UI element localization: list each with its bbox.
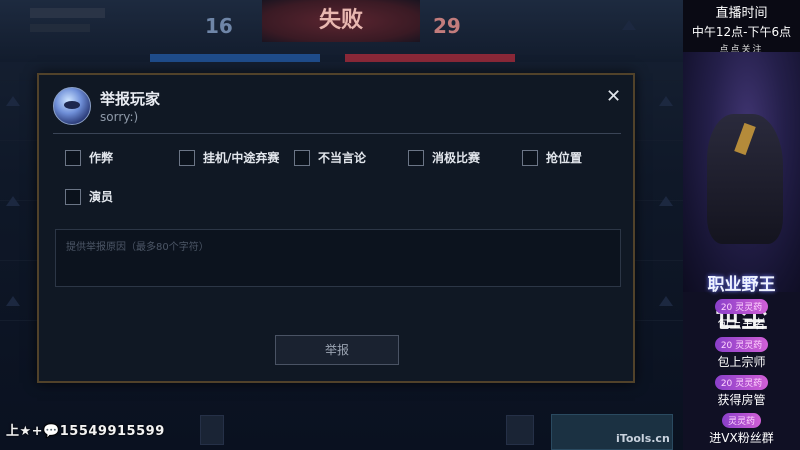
option-label: 挂机/中途弃赛: [203, 151, 280, 165]
report-icon[interactable]: [6, 96, 20, 106]
option-verbal-abuse[interactable]: 不当言论: [294, 149, 366, 166]
menu-icon[interactable]: [622, 20, 636, 30]
report-icon[interactable]: [659, 296, 673, 306]
report-reason-input[interactable]: 提供举报原因（最多80个字符）: [55, 229, 621, 287]
player-name-placeholder: [30, 8, 105, 18]
checkbox[interactable]: [65, 188, 81, 205]
red-team-score: 29: [433, 14, 461, 38]
gift-perk-text: 包上宗师: [717, 355, 766, 369]
dialog-title: 举报玩家: [100, 90, 161, 108]
game-background: 16 失败 29 iTools.cn 上★+💬15549915599 举报玩家 …: [0, 0, 683, 450]
streamer-art: 职业野王 世尘: [683, 52, 800, 334]
gift-badge: 20 灵灵药: [714, 299, 769, 314]
checkbox[interactable]: [408, 149, 424, 166]
gift-perk-text: 包上王者: [717, 317, 766, 331]
submit-report-button[interactable]: 举报: [275, 335, 399, 365]
gift-perk: 20 灵灵药 包上王者: [683, 295, 800, 332]
option-label: 抢位置: [546, 151, 583, 165]
gift-badge: 20 灵灵药: [714, 375, 769, 390]
report-icon[interactable]: [6, 296, 20, 306]
option-label: 演员: [89, 190, 114, 204]
option-label: 作弊: [89, 151, 114, 165]
option-negative-play[interactable]: 消极比赛: [408, 149, 480, 166]
live-time-label: 直播时间: [715, 6, 768, 21]
gift-badge: 20 灵灵药: [714, 337, 769, 352]
match-result-label: 失败: [262, 0, 420, 42]
stream-schedule: 直播时间 中午12点-下午6点 点点关注: [683, 0, 800, 55]
gift-badge: 灵灵药: [721, 413, 761, 428]
red-team-bar: [345, 54, 515, 62]
bottom-toolbar-button[interactable]: [200, 415, 224, 445]
avatar: [53, 87, 91, 125]
gift-perk: 20 灵灵药 包上宗师: [683, 333, 800, 370]
option-throwing[interactable]: 演员: [65, 188, 113, 205]
divider: [53, 133, 621, 134]
report-icon[interactable]: [6, 196, 20, 206]
gift-perk-text: 进VX粉丝群: [709, 431, 774, 445]
player-rank-placeholder: [30, 24, 90, 32]
blue-team-bar: [150, 54, 320, 62]
option-label: 消极比赛: [432, 151, 481, 165]
report-icon[interactable]: [659, 96, 673, 106]
live-time-value: 中午12点-下午6点: [691, 25, 792, 39]
watermark: iTools.cn: [616, 432, 670, 445]
checkbox[interactable]: [294, 149, 310, 166]
checkbox[interactable]: [65, 149, 81, 166]
option-cheating[interactable]: 作弊: [65, 149, 113, 166]
option-afk[interactable]: 挂机/中途弃赛: [179, 149, 279, 166]
checkbox[interactable]: [522, 149, 538, 166]
gift-perk: 20 灵灵药 获得房管: [683, 371, 800, 408]
option-role-stealing[interactable]: 抢位置: [522, 149, 582, 166]
match-result-header: 16 失败 29: [0, 0, 683, 62]
checkbox[interactable]: [179, 149, 195, 166]
option-label: 不当言论: [318, 151, 367, 165]
gift-perk-text: 获得房管: [717, 393, 766, 407]
bottom-toolbar-button[interactable]: [506, 415, 534, 445]
report-icon[interactable]: [659, 196, 673, 206]
blue-team-score: 16: [205, 14, 233, 38]
close-icon[interactable]: ✕: [606, 86, 621, 107]
contact-overlay: 上★+💬15549915599: [6, 424, 165, 439]
gift-perk: 灵灵药 进VX粉丝群: [683, 409, 800, 446]
reported-player-name: sorry:): [100, 110, 139, 124]
report-player-dialog: 举报玩家 sorry:) ✕ 作弊 挂机/中途弃赛 不当言论 消极比赛 抢位置 …: [37, 73, 635, 383]
stream-overlay-panel: 直播时间 中午12点-下午6点 点点关注 职业野王 世尘 20 灵灵药 包上王者…: [683, 0, 800, 450]
streamer-title: 职业野王: [707, 275, 776, 295]
